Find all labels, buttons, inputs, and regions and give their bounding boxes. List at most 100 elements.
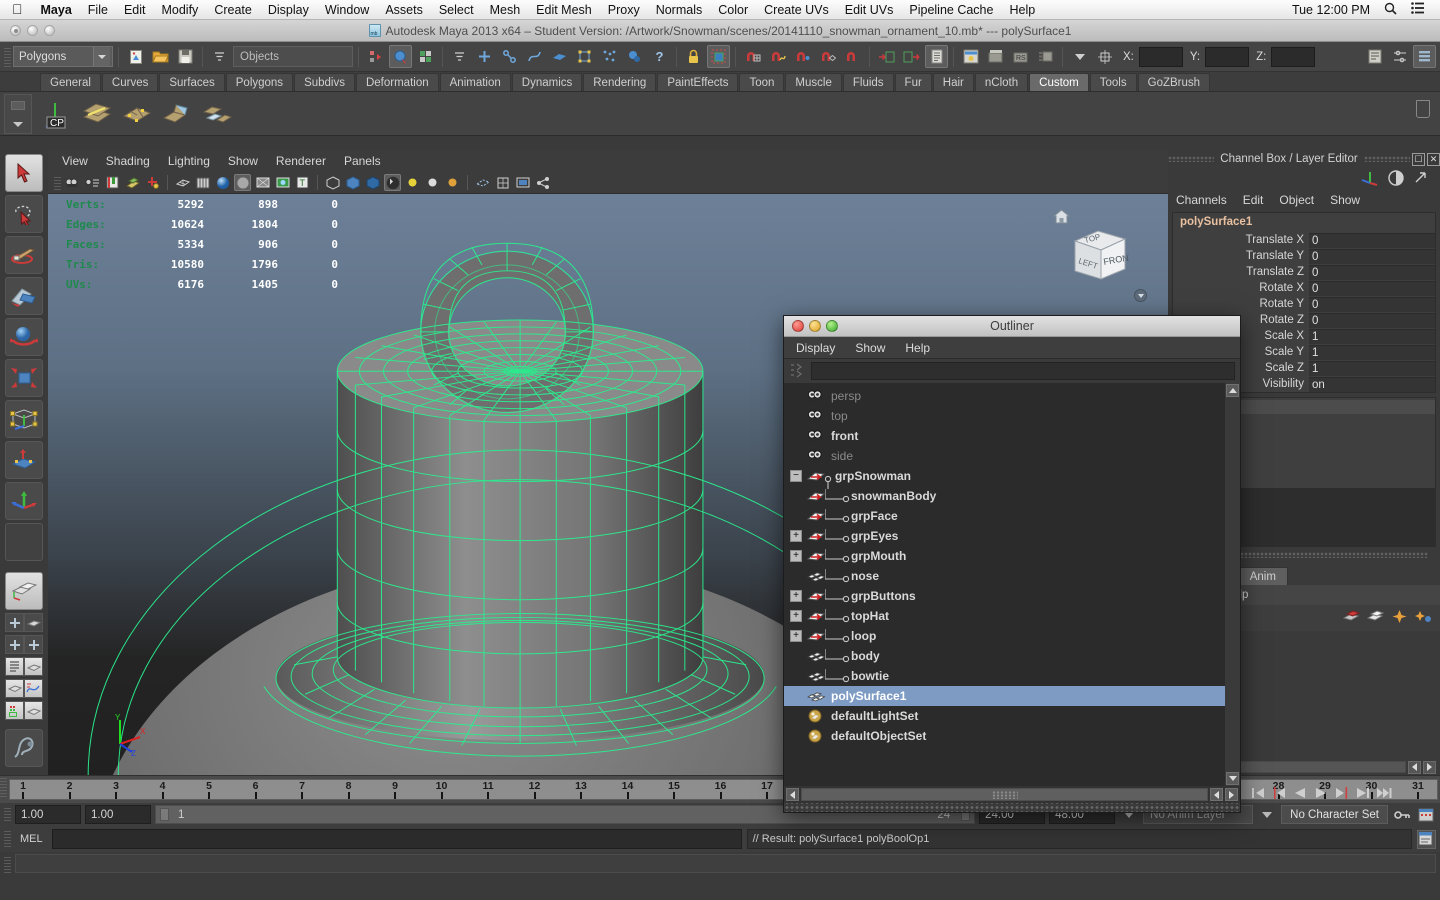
expand-icon[interactable]: +	[790, 550, 802, 562]
menu-create-uvs[interactable]: Create UVs	[756, 3, 837, 17]
ipr-render-button[interactable]	[984, 45, 1007, 68]
smooth-shade-all-icon[interactable]	[194, 174, 211, 191]
channel-value-translate-z[interactable]: 0	[1309, 264, 1435, 280]
save-scene-button[interactable]	[174, 45, 197, 68]
menu-help[interactable]: Help	[1001, 3, 1043, 17]
outliner-item-loop[interactable]: + loop	[784, 619, 1225, 646]
shelf-tab-dynamics[interactable]: Dynamics	[511, 73, 583, 91]
outliner-item-front[interactable]: front	[784, 426, 1225, 446]
grid-display-icon[interactable]	[494, 174, 511, 191]
snap-grid-button[interactable]	[741, 45, 764, 68]
menu-color[interactable]: Color	[710, 3, 756, 17]
lasso-tool[interactable]	[5, 195, 43, 233]
command-input[interactable]	[51, 829, 742, 849]
outliner-menu-show[interactable]: Show	[855, 341, 885, 355]
bookmark-icon[interactable]	[104, 174, 121, 191]
time-slider-grip[interactable]	[0, 776, 7, 798]
input-connections-button[interactable]	[875, 45, 898, 68]
step-forward-key-button[interactable]	[1332, 783, 1352, 802]
last-tool-used[interactable]	[5, 523, 43, 561]
range-grip[interactable]	[4, 806, 11, 823]
channel-row-rotate-y[interactable]: Rotate Y 0	[1173, 296, 1435, 312]
panel-drag-dots-right[interactable]	[1363, 156, 1411, 162]
layout-persp-button[interactable]	[24, 657, 43, 676]
wireframe-on-shaded-icon[interactable]	[254, 174, 271, 191]
shelf-tab-polygons[interactable]: Polygons	[225, 73, 294, 91]
viewport-menu-renderer[interactable]: Renderer	[276, 154, 326, 168]
soft-modification-tool[interactable]	[5, 441, 43, 479]
outliner-scroll-down-button[interactable]	[1226, 772, 1239, 785]
expand-icon[interactable]: +	[790, 530, 802, 542]
animation-preferences-icon[interactable]	[1416, 805, 1436, 824]
shelf-button-poly-separate[interactable]	[200, 97, 234, 131]
panel-close-button[interactable]: ✕	[1427, 152, 1440, 166]
key-icon[interactable]	[1392, 805, 1412, 824]
texture-display-icon[interactable]	[274, 174, 291, 191]
channel-value-scale-x[interactable]: 1	[1309, 328, 1435, 344]
layout-persp-outliner-button[interactable]	[24, 613, 43, 632]
shelf-options-box[interactable]	[4, 94, 32, 134]
shelf-tab-subdivs[interactable]: Subdivs	[294, 73, 355, 91]
select-component-button[interactable]	[414, 45, 437, 68]
viewport-menu-shading[interactable]: Shading	[106, 154, 150, 168]
viewport-menu-panels[interactable]: Panels	[344, 154, 381, 168]
menu-select[interactable]: Select	[431, 3, 482, 17]
shelf-trash-icon[interactable]	[1416, 100, 1430, 118]
channel-menu-object[interactable]: Object	[1279, 193, 1314, 207]
construction-history-button[interactable]	[925, 45, 948, 68]
shelf-tab-general[interactable]: General	[40, 73, 101, 91]
outliner-item-top[interactable]: top	[784, 406, 1225, 426]
film-gate-icon[interactable]	[514, 174, 531, 191]
channel-row-rotate-x[interactable]: Rotate X 0	[1173, 280, 1435, 296]
current-frame-field[interactable]: 1.00	[15, 805, 81, 824]
range-start-handle[interactable]	[160, 808, 169, 821]
command-line-grip[interactable]	[4, 829, 11, 849]
smooth-shade-selected-icon[interactable]	[214, 174, 231, 191]
menu-mesh[interactable]: Mesh	[482, 3, 529, 17]
paint-effects-tool[interactable]	[5, 729, 43, 767]
channel-value-translate-x[interactable]: 0	[1309, 232, 1435, 248]
go-to-start-button[interactable]	[1248, 783, 1268, 802]
collapse-icon[interactable]: −	[790, 470, 802, 482]
menu-modify[interactable]: Modify	[153, 3, 206, 17]
menu-normals[interactable]: Normals	[648, 3, 711, 17]
menu-file[interactable]: File	[80, 3, 116, 17]
outliner-scroll-up-button[interactable]	[1226, 384, 1239, 397]
step-back-key-button[interactable]	[1269, 783, 1289, 802]
viewport-toolbar-grip[interactable]	[54, 174, 61, 191]
x-input[interactable]	[1138, 46, 1183, 67]
wireframe-shading-icon[interactable]	[174, 174, 191, 191]
channel-menu-channels[interactable]: Channels	[1176, 193, 1227, 207]
shelf-tab-tools[interactable]: Tools	[1089, 73, 1137, 91]
shelf-tab-muscle[interactable]: Muscle	[785, 73, 842, 91]
search-icon[interactable]	[1377, 2, 1404, 18]
mask-deformers-button[interactable]	[573, 45, 596, 68]
mask-misc-button[interactable]: ?	[648, 45, 671, 68]
new-scene-button[interactable]	[124, 45, 147, 68]
shelf-tab-hair[interactable]: Hair	[932, 73, 974, 91]
channel-value-scale-z[interactable]: 1	[1309, 360, 1435, 376]
expand-icon[interactable]: +	[790, 630, 802, 642]
menu-assets[interactable]: Assets	[377, 3, 431, 17]
outliner-menu-display[interactable]: Display	[796, 341, 835, 355]
viewport-menu-lighting[interactable]: Lighting	[168, 154, 210, 168]
outliner-item-nose[interactable]: nose	[784, 559, 1225, 586]
outliner-filter-icon[interactable]	[789, 362, 807, 381]
layout-persp-graph-button[interactable]	[5, 679, 24, 698]
shelf-tab-fluids[interactable]: Fluids	[842, 73, 894, 91]
select-hierarchy-button[interactable]	[364, 45, 387, 68]
output-connections-button[interactable]	[900, 45, 923, 68]
panel-drag-dots-left[interactable]	[1168, 156, 1215, 162]
outliner-item-grpEyes[interactable]: + grpEyes	[784, 519, 1225, 546]
outliner-title-bar[interactable]: Outliner	[784, 316, 1240, 337]
outliner-item-snowmanBody[interactable]: snowmanBody	[784, 479, 1225, 506]
lock-selection-button[interactable]	[682, 45, 705, 68]
image-plane-icon[interactable]	[124, 174, 141, 191]
outliner-horizontal-scrollbar[interactable]	[784, 786, 1240, 803]
go-to-end-button[interactable]	[1374, 783, 1394, 802]
set-key-layer-icon[interactable]	[1391, 609, 1408, 627]
selection-mask-menu-icon[interactable]	[208, 45, 231, 68]
outliner-item-polySurface1[interactable]: polySurface1	[784, 686, 1225, 706]
select-tool[interactable]	[5, 154, 43, 192]
outliner-item-persp[interactable]: persp	[784, 386, 1225, 406]
